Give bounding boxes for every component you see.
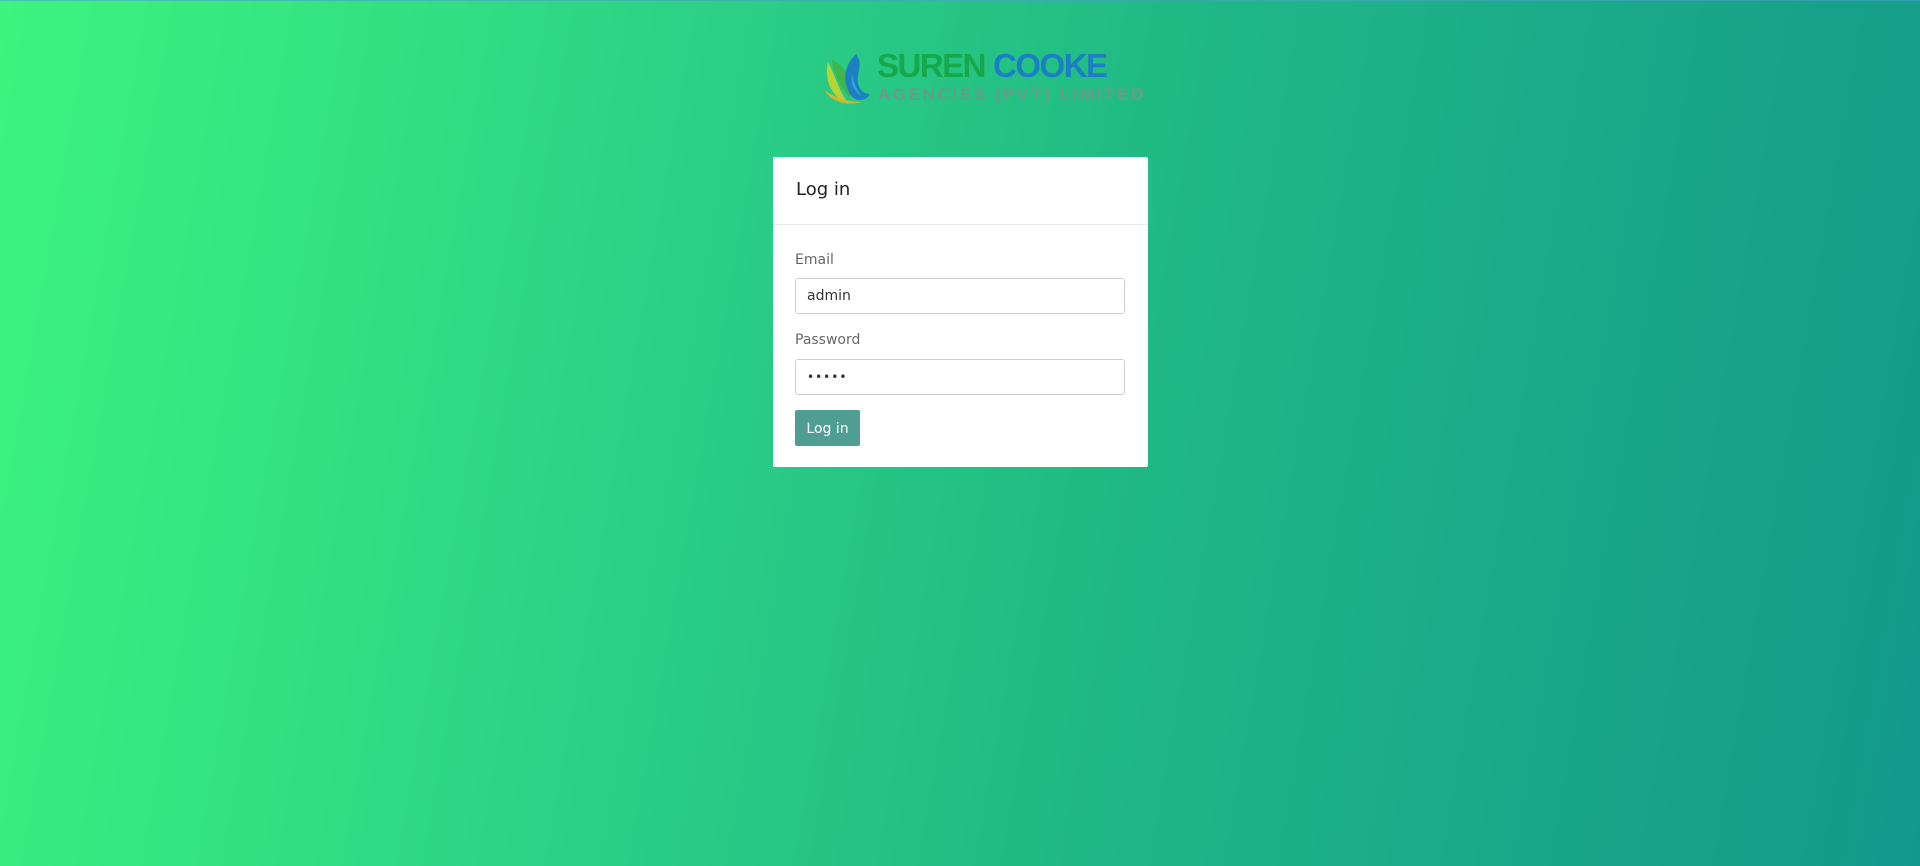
email-label: Email	[795, 252, 834, 268]
logo-title-word2: COOKE	[993, 47, 1108, 84]
login-button[interactable]: Log in	[795, 410, 860, 446]
logo-title-word1: SUREN	[877, 47, 987, 84]
email-field[interactable]: admin	[795, 278, 1125, 314]
login-card: Log in Email admin Password ••••• Log in	[773, 157, 1148, 467]
top-border-line	[0, 0, 1920, 1]
company-logo: SUREN COOKE AGENCIES (PVT) LIMITED	[822, 48, 1143, 108]
logo-subtitle: AGENCIES (PVT) LIMITED	[878, 85, 1146, 104]
page-title: Log in	[796, 179, 851, 200]
logo-title: SUREN COOKE	[877, 47, 1108, 84]
password-label: Password	[795, 332, 861, 348]
login-card-header: Log in	[773, 157, 1148, 225]
leaf-flame-logo-icon	[822, 50, 876, 106]
password-field[interactable]: •••••	[795, 359, 1125, 395]
